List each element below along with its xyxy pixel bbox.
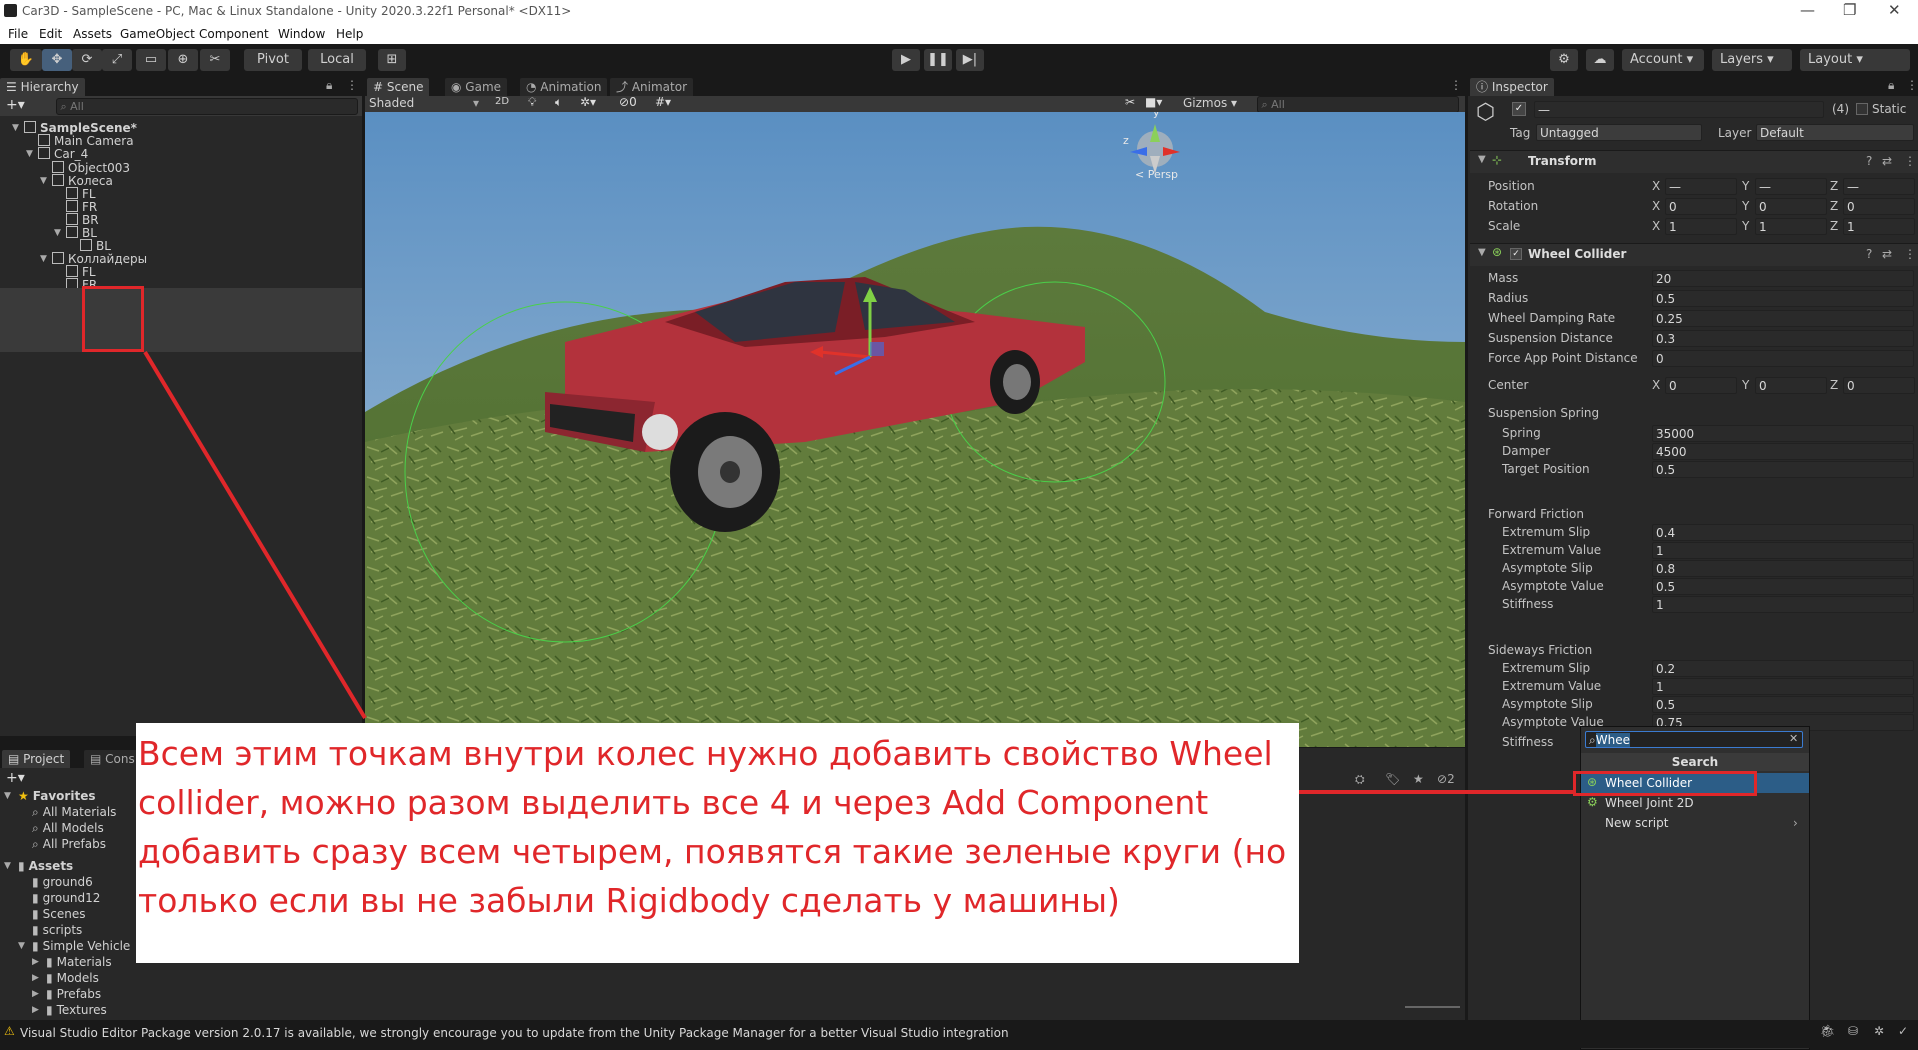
annotation-text: Всем этим точкам внутри колес нужно доба… (138, 734, 1287, 920)
annotation-note: Всем этим точкам внутри колес нужно доба… (136, 723, 1299, 963)
status-message[interactable]: Visual Studio Editor Package version 2.0… (20, 1026, 1009, 1040)
progress-check-icon[interactable]: ✓ (1898, 1024, 1908, 1038)
debug-icon[interactable]: 🐞︎ (1820, 1024, 1835, 1038)
warning-icon: ⚠ (4, 1024, 15, 1038)
status-bar: ⚠ Visual Studio Editor Package version 2… (0, 1020, 1918, 1048)
light-bake-icon[interactable]: ✲ (1874, 1024, 1884, 1038)
cache-icon[interactable]: ⛁ (1848, 1024, 1858, 1038)
